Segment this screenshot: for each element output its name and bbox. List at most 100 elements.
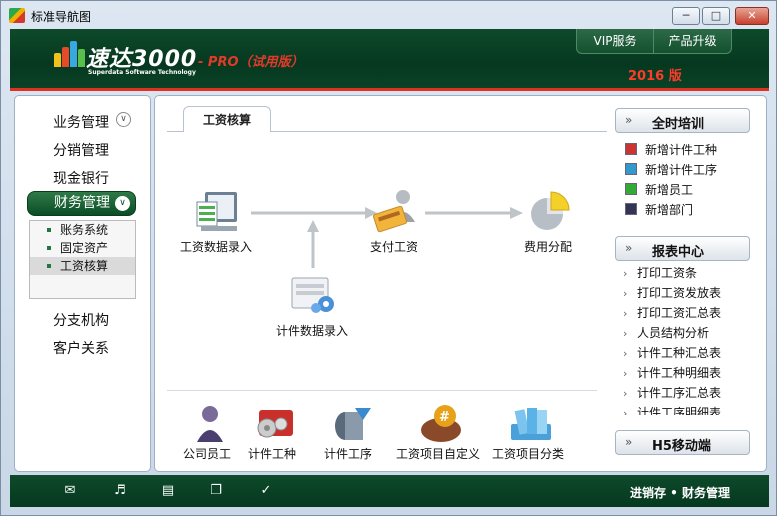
report-item-label: 计件工序汇总表 (637, 386, 722, 400)
spreadsheet-icon[interactable] (195, 190, 241, 234)
h5-mobile-button[interactable]: » H5移动端 (615, 430, 750, 455)
maximize-button[interactable]: □ (702, 7, 730, 25)
chevron-down-icon[interactable]: ∨ (116, 112, 131, 127)
vip-service-button[interactable]: VIP服务 (576, 29, 654, 54)
sidebar-item-business[interactable]: 业务管理 (53, 112, 109, 132)
chevron-right-icon: › (623, 287, 628, 300)
sidebar: 业务管理 ∨ 分销管理 现金银行 财务管理 ∨ 账务系统 固定资产 工资核算 分… (14, 95, 151, 472)
piece-process-icon (625, 163, 637, 175)
main-panel: 工资核算 工资数据录入 支付工资 费用分配 计件数据录入 公司员工 计件工种 计… (154, 95, 767, 472)
minimize-icon: ─ (682, 9, 690, 22)
report-item-label: 打印工资条 (637, 266, 698, 280)
training-item-label: 新增计件工序 (645, 163, 718, 177)
maximize-icon: □ (710, 9, 722, 22)
submenu-item-fixed-assets[interactable]: 固定资产 (30, 239, 135, 257)
training-item-label: 新增部门 (645, 203, 694, 217)
report-item[interactable]: › 打印工资条 (621, 263, 751, 283)
report-item[interactable]: › 计件工序明细表 (621, 403, 751, 415)
speaker-icon[interactable]: ♬ (112, 483, 128, 499)
check-icon[interactable]: ✓ (258, 483, 274, 499)
sidebar-item-finance[interactable]: 财务管理 ∨ (27, 191, 136, 216)
books-icon[interactable] (507, 402, 555, 444)
copy-icon[interactable]: ❐ (208, 483, 224, 499)
finance-submenu: 账务系统 固定资产 工资核算 (29, 220, 136, 299)
process-icon[interactable] (331, 404, 373, 444)
sidebar-item-label: 分销管理 (53, 143, 109, 159)
report-item[interactable]: › 计件工种明细表 (621, 363, 751, 383)
pay-salary-label[interactable]: 支付工资 (370, 238, 418, 255)
custom-item-icon[interactable]: # (419, 402, 465, 444)
employee-add-icon (625, 183, 637, 195)
h5-title: H5移动端 (652, 439, 711, 454)
gear-icon[interactable] (251, 404, 295, 444)
sidebar-item-label: 财务管理 (54, 195, 110, 211)
sidebar-item-branches[interactable]: 分支机构 (53, 310, 109, 330)
double-chevron-icon: » (625, 241, 633, 255)
double-chevron-icon: » (625, 435, 633, 449)
product-upgrade-button[interactable]: 产品升级 (654, 29, 732, 54)
submenu-item-payroll[interactable]: 工资核算 (30, 257, 135, 275)
report-item[interactable]: › 计件工序汇总表 (621, 383, 751, 403)
report-center-button[interactable]: » 报表中心 (615, 236, 750, 261)
training-item-label: 新增员工 (645, 183, 694, 197)
piece-type-icon (625, 143, 637, 155)
version-year: 2016 版 (628, 69, 682, 84)
report-item[interactable]: › 人员结构分析 (621, 323, 751, 343)
arrow-head (307, 220, 319, 232)
training-title: 全时培训 (652, 117, 705, 132)
chevron-right-icon: › (623, 327, 628, 340)
submenu-item-accounting[interactable]: 账务系统 (30, 221, 135, 239)
employee-icon[interactable] (193, 404, 227, 444)
chevron-right-icon: › (623, 307, 628, 320)
cost-allocation-label[interactable]: 费用分配 (524, 238, 572, 255)
training-button[interactable]: » 全时培训 (615, 108, 750, 133)
title-bar: 标准导航图 ─ □ ✕ (1, 1, 776, 29)
report-item[interactable]: › 打印工资发放表 (621, 283, 751, 303)
bottom-label-custom[interactable]: 工资项目自定义 (396, 445, 480, 462)
report-item-label: 计件工种汇总表 (637, 346, 722, 360)
mail-icon[interactable]: ✉ (62, 483, 78, 499)
footer-product-name: 进销存 • 财务管理 (630, 486, 731, 500)
sidebar-item-label: 业务管理 (53, 115, 109, 131)
bottom-label-category[interactable]: 工资项目分类 (492, 445, 564, 462)
report-item[interactable]: › 打印工资汇总表 (621, 303, 751, 323)
sidebar-item-label: 分支机构 (53, 313, 109, 329)
report-item-label: 计件工序明细表 (637, 406, 722, 415)
report-item-label: 计件工种明细表 (637, 366, 722, 380)
salary-entry-label[interactable]: 工资数据录入 (180, 238, 252, 255)
pie-chart-icon[interactable] (527, 188, 573, 232)
report-item[interactable]: › 计件工种汇总表 (621, 343, 751, 363)
chevron-right-icon: › (623, 347, 628, 360)
sidebar-item-label: 客户关系 (53, 341, 109, 357)
logo-mark-icon (54, 41, 85, 67)
chevron-right-icon: › (623, 367, 628, 380)
chevron-down-icon[interactable]: ∨ (115, 196, 130, 211)
arrow-head (510, 207, 523, 219)
sidebar-item-label: 现金银行 (53, 171, 109, 187)
piece-data-icon[interactable] (290, 274, 338, 318)
sidebar-item-distribution[interactable]: 分销管理 (53, 140, 109, 160)
header-banner: 速达3000 Superdata Software Technology - P… (10, 29, 769, 91)
payment-icon[interactable] (373, 188, 421, 234)
piece-entry-label[interactable]: 计件数据录入 (276, 322, 348, 339)
close-button[interactable]: ✕ (735, 7, 769, 25)
sidebar-item-cash-bank[interactable]: 现金银行 (53, 168, 109, 188)
bottom-label-employees[interactable]: 公司员工 (183, 445, 231, 462)
window-title: 标准导航图 (31, 10, 92, 24)
report-item-label: 打印工资发放表 (637, 286, 722, 300)
department-add-icon (625, 203, 637, 215)
bottom-label-piece-type[interactable]: 计件工种 (248, 445, 296, 462)
chevron-right-icon: › (623, 387, 628, 400)
report-center-title: 报表中心 (652, 245, 705, 260)
sidebar-item-crm[interactable]: 客户关系 (53, 338, 109, 358)
logo-edition: - PRO（试用版） (198, 55, 304, 70)
report-item-label: 人员结构分析 (637, 326, 710, 340)
bottom-label-process[interactable]: 计件工序 (324, 445, 372, 462)
minimize-button[interactable]: ─ (672, 7, 700, 25)
training-item-label: 新增计件工种 (645, 143, 718, 157)
app-window: 标准导航图 ─ □ ✕ 速达3000 Superdata Software Te… (0, 0, 777, 516)
book-icon[interactable]: ▤ (160, 483, 176, 499)
chevron-right-icon: › (623, 267, 628, 280)
header-tabs: VIP服务 产品升级 (576, 29, 732, 54)
report-list: › 打印工资条 › 打印工资发放表 › 打印工资汇总表 › 人员结构分析 › 计件工种汇总… (621, 263, 751, 415)
